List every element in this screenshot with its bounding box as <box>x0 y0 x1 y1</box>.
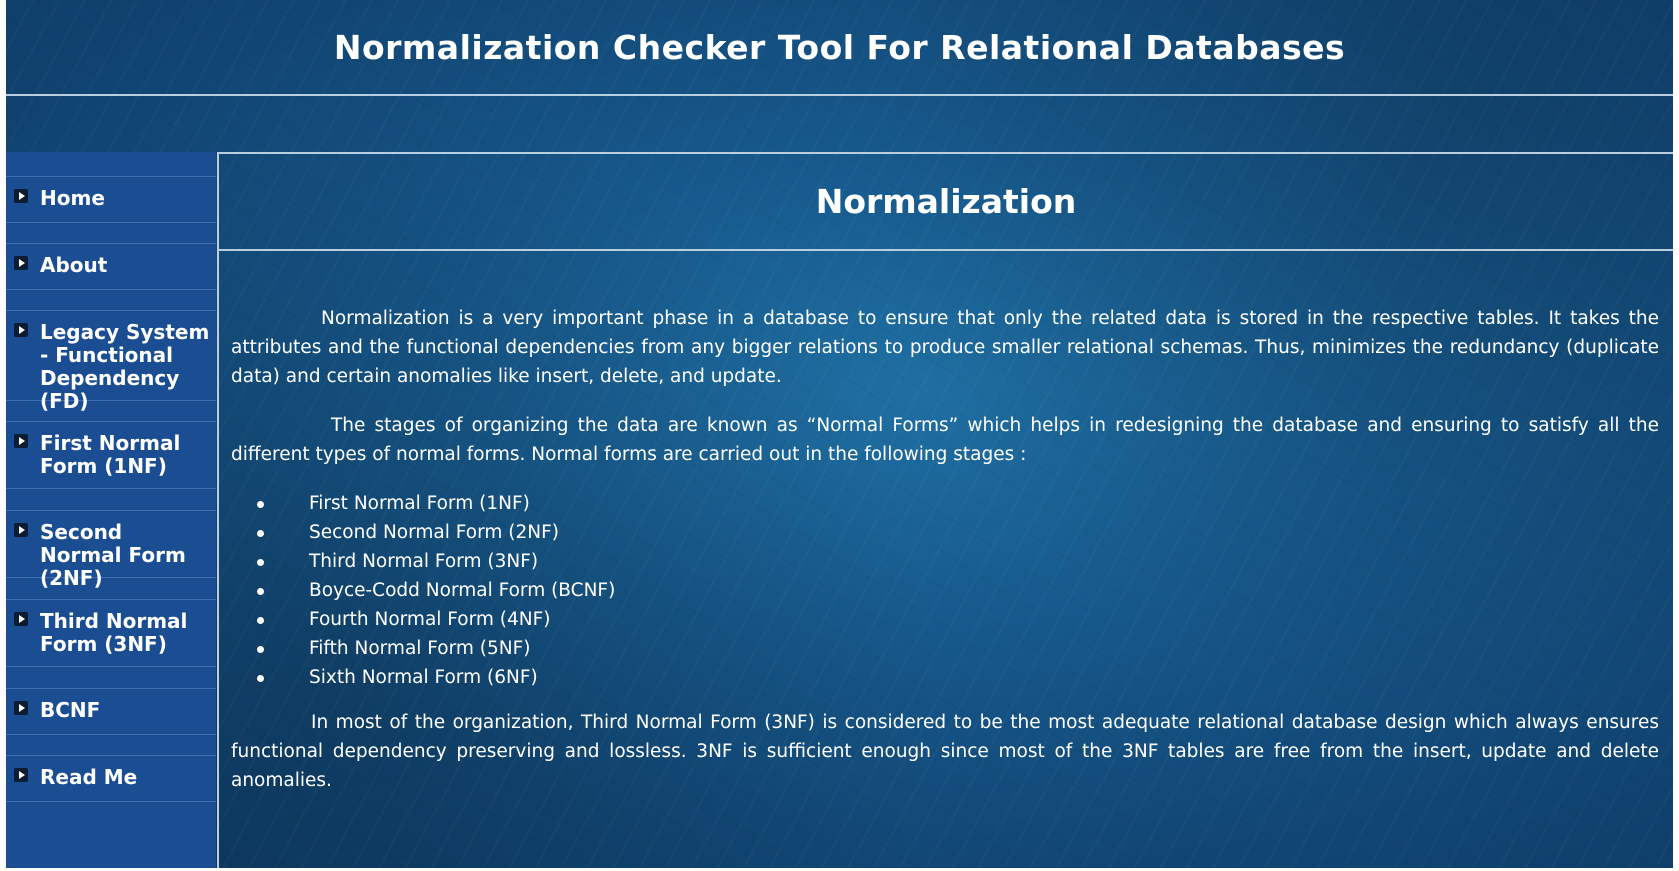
conclusion-paragraph: In most of the organization, Third Norma… <box>231 712 1659 791</box>
sidebar-item-label: Third Normal Form (3NF) <box>40 609 188 656</box>
play-arrow-icon <box>14 701 28 715</box>
sidebar-item-label: Second Normal Form (2NF) <box>40 520 186 590</box>
sidebar-item-label: Legacy System - Functional Dependency (F… <box>40 320 210 413</box>
sidebar-item-2nf[interactable]: Second Normal Form (2NF) <box>6 510 216 590</box>
page-background: Normalization Checker Tool For Relationa… <box>6 0 1673 868</box>
play-arrow-icon <box>14 768 28 782</box>
list-item: Boyce-Codd Normal Form (BCNF) <box>257 576 1659 605</box>
main-content-panel: Normalization Normalization is a very im… <box>217 152 1673 868</box>
sidebar-item-bcnf[interactable]: BCNF <box>6 688 216 735</box>
sidebar-item-label: First Normal Form (1NF) <box>40 431 181 478</box>
normal-forms-paragraph: The stages of organizing the data are kn… <box>231 415 1659 465</box>
play-arrow-icon <box>14 523 28 537</box>
list-item: Fifth Normal Form (5NF) <box>257 634 1659 663</box>
sidebar-item-legacy-system-fd[interactable]: Legacy System - Functional Dependency (F… <box>6 310 216 413</box>
play-arrow-icon <box>14 323 28 337</box>
site-header: Normalization Checker Tool For Relationa… <box>6 0 1673 96</box>
sidebar-item-home[interactable]: Home <box>6 176 216 223</box>
list-item: Fourth Normal Form (4NF) <box>257 605 1659 634</box>
sidebar-item-3nf[interactable]: Third Normal Form (3NF) <box>6 599 216 667</box>
page-title-bar: Normalization <box>219 154 1673 251</box>
sidebar-nav: Home About Legacy System - Functional De… <box>6 152 216 868</box>
sidebar-item-label: Read Me <box>40 765 138 789</box>
page-title: Normalization <box>815 182 1077 221</box>
site-title: Normalization Checker Tool For Relationa… <box>333 27 1346 67</box>
sidebar-item-read-me[interactable]: Read Me <box>6 755 216 802</box>
list-item: Sixth Normal Form (6NF) <box>257 663 1659 692</box>
play-arrow-icon <box>14 189 28 203</box>
list-item: First Normal Form (1NF) <box>257 489 1659 518</box>
sidebar-item-label: Home <box>40 186 105 210</box>
normal-forms-list: First Normal Form (1NF) Second Normal Fo… <box>231 489 1659 692</box>
list-item: Third Normal Form (3NF) <box>257 547 1659 576</box>
sidebar-item-about[interactable]: About <box>6 243 216 290</box>
play-arrow-icon <box>14 612 28 626</box>
intro-paragraph: Normalization is a very important phase … <box>231 308 1659 387</box>
sidebar-item-label: About <box>40 253 108 277</box>
list-item: Second Normal Form (2NF) <box>257 518 1659 547</box>
sidebar-item-label: BCNF <box>40 698 101 722</box>
sidebar-item-1nf[interactable]: First Normal Form (1NF) <box>6 421 216 489</box>
play-arrow-icon <box>14 434 28 448</box>
play-arrow-icon <box>14 256 28 270</box>
article-body: Normalization is a very important phase … <box>231 304 1659 795</box>
